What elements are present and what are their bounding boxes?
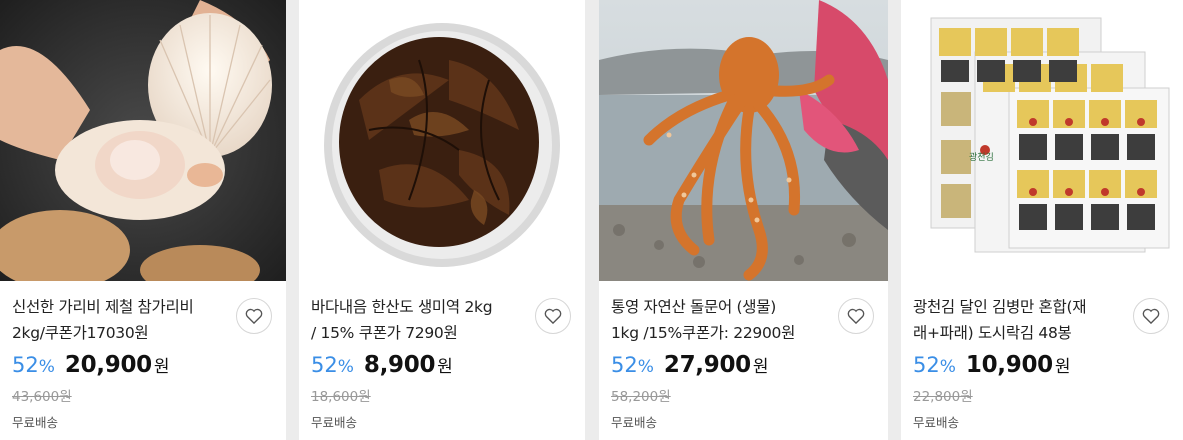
- currency-unit: 원: [153, 357, 170, 377]
- original-price: 58,200원: [611, 389, 671, 405]
- product-image[interactable]: 광천김: [901, 0, 1183, 281]
- scallop-photo: [0, 0, 286, 281]
- seaweed-photo: [299, 0, 585, 281]
- product-title-line1: 바다내음 한산도 생미역 2kg: [311, 298, 493, 316]
- sale-price: 20,900: [64, 352, 152, 378]
- product-grid: 신선한 가리비 제철 참가리비 2kg/쿠폰가17030원 52% 20,900…: [0, 0, 1183, 440]
- sale-price: 27,900: [663, 352, 751, 378]
- package-label: 광천김: [969, 151, 994, 163]
- discount-rate: 52%: [12, 353, 55, 377]
- shipping-label: 무료배송: [913, 415, 960, 430]
- currency-unit: 원: [752, 357, 769, 377]
- octopus-photo: [599, 0, 888, 281]
- product-title[interactable]: 통영 자연산 돌문어 (생물) 1kg /15%쿠폰가: 22900원: [611, 294, 821, 346]
- shipping-label: 무료배송: [12, 415, 59, 430]
- heart-icon: [544, 308, 562, 324]
- shipping-label: 무료배송: [611, 415, 658, 430]
- shipping-label: 무료배송: [311, 415, 358, 430]
- heart-icon: [1142, 308, 1160, 324]
- product-card[interactable]: 바다내음 한산도 생미역 2kg / 15% 쿠폰가 7290원 52% 8,9…: [299, 0, 585, 440]
- price-row: 52% 27,900 원: [611, 352, 769, 378]
- wishlist-button[interactable]: [1133, 298, 1169, 334]
- heart-icon: [847, 308, 865, 324]
- discount-rate: 52%: [611, 353, 654, 377]
- heart-icon: [245, 308, 263, 324]
- currency-unit: 원: [1054, 357, 1071, 377]
- discount-rate: 52%: [913, 353, 956, 377]
- wishlist-button[interactable]: [236, 298, 272, 334]
- product-title-line2: 1kg /15%쿠폰가: 22900원: [611, 324, 796, 342]
- price-row: 52% 10,900 원: [913, 352, 1071, 378]
- product-image[interactable]: [599, 0, 888, 281]
- original-price: 18,600원: [311, 389, 371, 405]
- original-price: 43,600원: [12, 389, 72, 405]
- discount-rate: 52%: [311, 353, 354, 377]
- product-image[interactable]: [299, 0, 585, 281]
- sale-price: 10,900: [965, 352, 1053, 378]
- currency-unit: 원: [437, 357, 453, 377]
- seaweed-snack-package-photo: 광천김: [901, 0, 1183, 281]
- product-card[interactable]: 신선한 가리비 제철 참가리비 2kg/쿠폰가17030원 52% 20,900…: [0, 0, 286, 440]
- wishlist-button[interactable]: [838, 298, 874, 334]
- original-price: 22,800원: [913, 389, 973, 405]
- product-title[interactable]: 신선한 가리비 제철 참가리비 2kg/쿠폰가17030원: [12, 294, 222, 346]
- product-title[interactable]: 광천김 달인 김병만 혼합(재 래+파래) 도시락김 48봉: [913, 294, 1123, 346]
- product-title-line2: 2kg/쿠폰가17030원: [12, 324, 149, 342]
- product-image[interactable]: [0, 0, 286, 281]
- price-row: 52% 8,900 원: [311, 352, 453, 378]
- product-card[interactable]: 통영 자연산 돌문어 (생물) 1kg /15%쿠폰가: 22900원 52% …: [599, 0, 888, 440]
- product-card[interactable]: 광천김 광천김 달인 김병만 혼합(재 래+파래) 도시락김 48봉 52% 1…: [901, 0, 1183, 440]
- product-title-line2: 래+파래) 도시락김 48봉: [913, 324, 1072, 342]
- product-title-line1: 광천김 달인 김병만 혼합(재: [913, 298, 1087, 316]
- price-row: 52% 20,900 원: [12, 352, 170, 378]
- product-title-line2: / 15% 쿠폰가 7290원: [311, 324, 458, 342]
- product-title-line1: 통영 자연산 돌문어 (생물): [611, 298, 776, 316]
- product-title-line1: 신선한 가리비 제철 참가리비: [12, 298, 194, 316]
- sale-price: 8,900: [363, 352, 436, 378]
- product-title[interactable]: 바다내음 한산도 생미역 2kg / 15% 쿠폰가 7290원: [311, 294, 521, 346]
- wishlist-button[interactable]: [535, 298, 571, 334]
